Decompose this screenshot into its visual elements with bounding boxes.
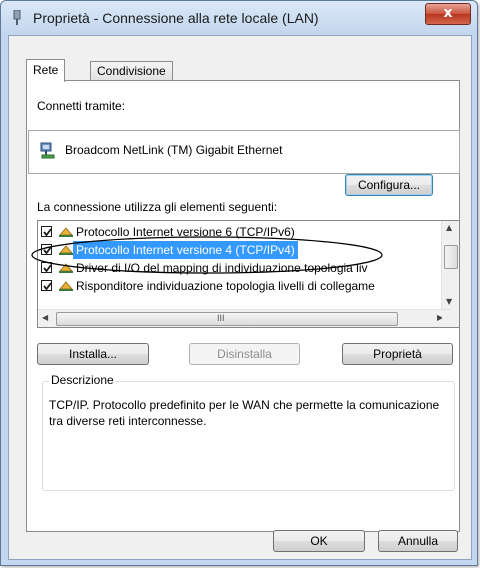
ok-button[interactable]: OK: [273, 530, 365, 552]
vertical-scrollbar[interactable]: ▲ ▼: [441, 221, 459, 310]
checkbox[interactable]: [41, 244, 52, 255]
cancel-button[interactable]: Annulla: [378, 530, 458, 552]
dialog-body: Rete Condivisione Connetti tramite: Broa…: [8, 35, 472, 560]
connect-via-label: Connetti tramite:: [37, 99, 126, 113]
network-card-icon: [40, 142, 55, 159]
network-adapter-icon: [13, 10, 21, 25]
properties-window: Proprietà - Connessione alla rete locale…: [0, 0, 478, 566]
install-button[interactable]: Installa...: [37, 343, 149, 365]
protocol-icon: [59, 281, 73, 291]
scroll-up-icon[interactable]: ▲: [446, 223, 452, 232]
list-item-label: Risponditore individuazione topologia li…: [76, 279, 375, 293]
list-item-selected[interactable]: Protocollo Internet versione 4 (TCP/IPv4…: [38, 241, 438, 259]
horizontal-scrollbar[interactable]: ◀ III ▶: [38, 309, 451, 327]
configure-button[interactable]: Configura...: [345, 174, 433, 196]
list-item[interactable]: Driver di I/O del mapping di individuazi…: [38, 259, 438, 277]
list-item-label: Protocollo Internet versione 4 (TCP/IPv4…: [73, 241, 298, 259]
uninstall-button[interactable]: Disinstalla: [189, 343, 300, 365]
components-label: La connessione utilizza gli elementi seg…: [37, 200, 278, 214]
list-item[interactable]: Protocollo Internet versione 6 (TCP/IPv6…: [38, 223, 438, 241]
list-item[interactable]: Risponditore individuazione topologia li…: [38, 277, 438, 295]
window-title: Proprietà - Connessione alla rete locale…: [33, 10, 319, 26]
tab-rete[interactable]: Rete: [26, 59, 66, 82]
protocol-icon: [59, 227, 73, 237]
protocol-icon: [59, 263, 73, 273]
close-icon: x: [443, 5, 453, 21]
checkbox[interactable]: [41, 280, 52, 291]
adapter-name: Broadcom NetLink (TM) Gigabit Ethernet: [65, 143, 283, 157]
scroll-grip: III: [217, 313, 225, 323]
adapter-box: Broadcom NetLink (TM) Gigabit Ethernet: [28, 130, 460, 174]
protocol-icon: [59, 245, 73, 255]
close-button[interactable]: x: [425, 3, 471, 25]
scroll-left-icon[interactable]: ◀: [42, 313, 48, 322]
scroll-corner: [442, 310, 459, 327]
list-item-label: Driver di I/O del mapping di individuazi…: [76, 261, 368, 275]
list-item-label: Protocollo Internet versione 6 (TCP/IPv6…: [76, 225, 295, 239]
checkbox[interactable]: [41, 226, 52, 237]
properties-button[interactable]: Proprietà: [342, 343, 453, 365]
vertical-scroll-thumb[interactable]: [444, 245, 458, 269]
title-bar[interactable]: Proprietà - Connessione alla rete locale…: [1, 1, 477, 35]
description-title: Descrizione: [49, 373, 116, 387]
checkbox[interactable]: [41, 262, 52, 273]
tab-condivisione[interactable]: Condivisione: [90, 61, 173, 81]
horizontal-scroll-thumb[interactable]: III: [56, 312, 398, 326]
scroll-down-icon[interactable]: ▼: [446, 297, 452, 306]
description-text: TCP/IP. Protocollo predefinito per le WA…: [49, 398, 440, 428]
components-list[interactable]: Protocollo Internet versione 6 (TCP/IPv6…: [37, 220, 460, 328]
